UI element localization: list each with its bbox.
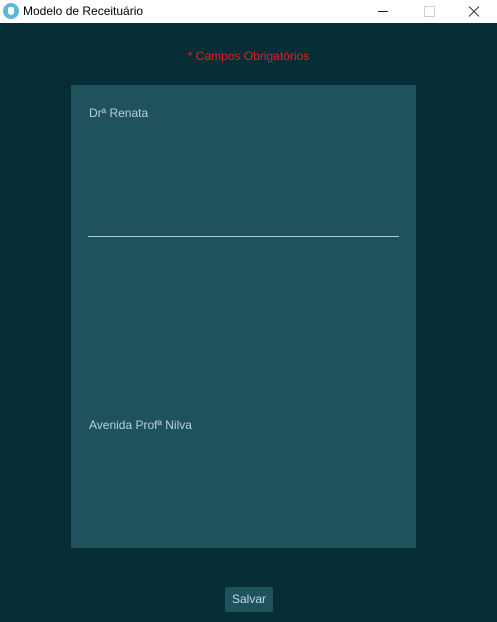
title-bar[interactable]: Modelo de Receituário — [0, 0, 497, 23]
save-button[interactable]: Salvar — [225, 587, 273, 612]
prescription-preview: Drª Renata Avenida Profª Nilva — [71, 85, 416, 548]
window-title: Modelo de Receituário — [23, 4, 144, 18]
required-fields-note: * Campos Obrigatórios — [187, 49, 310, 63]
doctor-name: Drª Renata — [89, 106, 149, 120]
tooth-icon — [3, 3, 19, 19]
app-window: Modelo de Receituário * Campos Obrigatór… — [0, 0, 497, 622]
maximize-icon[interactable] — [406, 0, 452, 23]
close-icon[interactable] — [451, 0, 497, 23]
address-text: Avenida Profª Nilva — [89, 418, 192, 432]
signature-line — [88, 236, 399, 237]
minimize-icon[interactable] — [360, 0, 406, 23]
